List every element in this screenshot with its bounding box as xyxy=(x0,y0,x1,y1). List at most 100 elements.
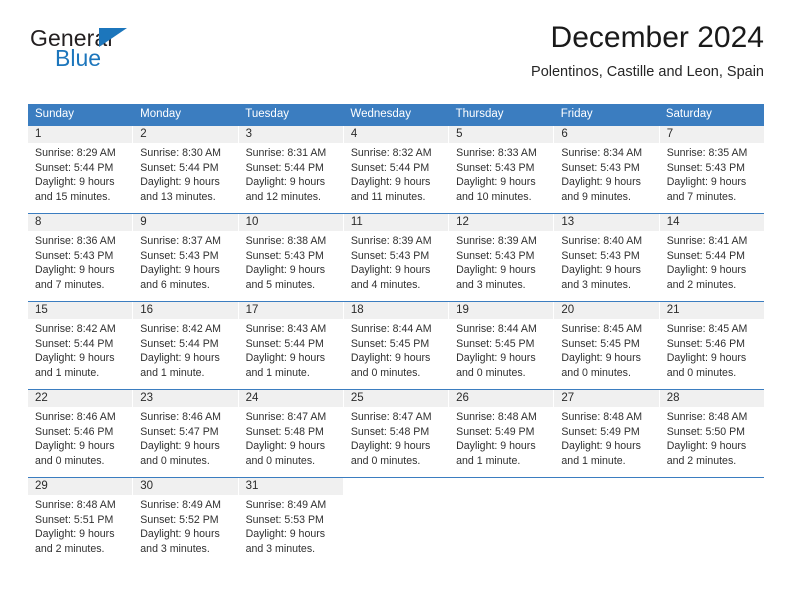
sunrise-text: Sunrise: 8:48 AM xyxy=(35,499,116,511)
day-number: 18 xyxy=(343,302,449,319)
sunset-text: Sunset: 5:49 PM xyxy=(561,425,640,438)
day-number xyxy=(659,478,764,495)
sunrise-text: Sunrise: 8:37 AM xyxy=(140,235,221,247)
daylight-text-line2: and 1 minute. xyxy=(140,366,205,379)
day-details: Sunrise: 8:48 AM Sunset: 5:50 PM Daylight:… xyxy=(660,407,764,468)
daylight-text-line1: Daylight: 9 hours xyxy=(456,264,536,277)
day-number: 15 xyxy=(28,302,133,319)
day-cell[interactable]: 11 Sunrise: 8:39 AM Sunset: 5:43 PM Dayligh… xyxy=(343,214,450,301)
daylight-text-line1: Daylight: 9 hours xyxy=(666,176,747,189)
day-cell[interactable]: 24 Sunrise: 8:47 AM Sunset: 5:48 PM Dayligh… xyxy=(238,390,344,477)
day-cell[interactable]: 9 Sunrise: 8:37 AM Sunset: 5:43 PM Daylight… xyxy=(133,214,239,301)
day-details: Sunrise: 8:33 AM Sunset: 5:43 PM Daylight:… xyxy=(449,143,553,204)
day-details: Sunrise: 8:40 AM Sunset: 5:43 PM Daylight:… xyxy=(554,231,658,292)
sunrise-text: Sunrise: 8:47 AM xyxy=(350,411,432,423)
day-details: Sunrise: 8:39 AM Sunset: 5:43 PM Daylight:… xyxy=(449,231,553,292)
sunrise-text: Sunrise: 8:48 AM xyxy=(666,411,748,423)
daylight-text-line1: Daylight: 9 hours xyxy=(140,352,220,365)
day-cell[interactable]: 5 Sunrise: 8:33 AM Sunset: 5:43 PM Daylight… xyxy=(449,126,555,213)
sunrise-text: Sunrise: 8:49 AM xyxy=(245,499,327,511)
daylight-text-line2: and 3 minutes. xyxy=(140,542,210,555)
day-cell[interactable]: 3 Sunrise: 8:31 AM Sunset: 5:44 PM Daylight… xyxy=(238,126,344,213)
day-cell[interactable]: 31 Sunrise: 8:49 AM Sunset: 5:53 PM Dayligh… xyxy=(238,478,344,561)
daylight-text-line1: Daylight: 9 hours xyxy=(456,352,536,365)
calendar-week-row: 1 Sunrise: 8:29 AM Sunset: 5:44 PM Daylight… xyxy=(28,125,764,213)
daylight-text-line2: and 4 minutes. xyxy=(350,278,421,291)
day-cell[interactable]: 22 Sunrise: 8:46 AM Sunset: 5:46 PM Dayligh… xyxy=(28,390,134,477)
sunset-text: Sunset: 5:44 PM xyxy=(140,161,219,174)
daylight-text-line2: and 1 minute. xyxy=(245,366,310,379)
day-details: Sunrise: 8:32 AM Sunset: 5:44 PM Daylight:… xyxy=(344,143,448,204)
sunrise-text: Sunrise: 8:35 AM xyxy=(666,147,748,159)
day-cell[interactable]: 28 Sunrise: 8:48 AM Sunset: 5:50 PM Dayligh… xyxy=(659,390,764,477)
sunrise-text: Sunrise: 8:46 AM xyxy=(140,411,221,423)
day-number: 30 xyxy=(133,478,238,495)
day-cell[interactable]: 26 Sunrise: 8:48 AM Sunset: 5:49 PM Dayligh… xyxy=(449,390,555,477)
daylight-text-line2: and 15 minutes. xyxy=(35,190,111,203)
day-cell[interactable]: 17 Sunrise: 8:43 AM Sunset: 5:44 PM Dayligh… xyxy=(238,302,344,389)
day-cell[interactable]: 30 Sunrise: 8:49 AM Sunset: 5:52 PM Dayligh… xyxy=(133,478,239,561)
sunset-text: Sunset: 5:49 PM xyxy=(456,425,535,438)
sunrise-text: Sunrise: 8:33 AM xyxy=(456,147,537,159)
day-cell[interactable]: 27 Sunrise: 8:48 AM Sunset: 5:49 PM Dayligh… xyxy=(554,390,660,477)
sunset-text: Sunset: 5:45 PM xyxy=(561,337,640,350)
day-cell[interactable]: 8 Sunrise: 8:36 AM Sunset: 5:43 PM Daylight… xyxy=(28,214,134,301)
day-cell[interactable]: 6 Sunrise: 8:34 AM Sunset: 5:43 PM Daylight… xyxy=(554,126,660,213)
day-cell[interactable]: 10 Sunrise: 8:38 AM Sunset: 5:43 PM Dayligh… xyxy=(238,214,344,301)
daylight-text-line1: Daylight: 9 hours xyxy=(35,528,115,541)
calendar-week-row: 22 Sunrise: 8:46 AM Sunset: 5:46 PM Dayligh… xyxy=(28,389,764,477)
weekday-header-monday: Monday xyxy=(140,108,182,120)
day-number: 26 xyxy=(449,390,554,407)
day-details xyxy=(554,495,658,498)
day-cell[interactable]: 25 Sunrise: 8:47 AM Sunset: 5:48 PM Dayligh… xyxy=(343,390,450,477)
day-cell[interactable]: 15 Sunrise: 8:42 AM Sunset: 5:44 PM Dayligh… xyxy=(28,302,134,389)
daylight-text-line2: and 1 minute. xyxy=(456,454,521,467)
day-cell[interactable]: 29 Sunrise: 8:48 AM Sunset: 5:51 PM Dayligh… xyxy=(28,478,134,561)
day-cell[interactable]: 16 Sunrise: 8:42 AM Sunset: 5:44 PM Dayligh… xyxy=(133,302,239,389)
day-cell[interactable]: 14 Sunrise: 8:41 AM Sunset: 5:44 PM Dayligh… xyxy=(659,214,764,301)
sunrise-text: Sunrise: 8:40 AM xyxy=(561,235,643,247)
day-cell[interactable]: 12 Sunrise: 8:39 AM Sunset: 5:43 PM Dayligh… xyxy=(449,214,555,301)
day-number: 7 xyxy=(659,126,764,143)
day-cell[interactable]: 2 Sunrise: 8:30 AM Sunset: 5:44 PM Daylight… xyxy=(133,126,239,213)
day-details: Sunrise: 8:41 AM Sunset: 5:44 PM Daylight:… xyxy=(660,231,764,292)
day-cell[interactable]: 4 Sunrise: 8:32 AM Sunset: 5:44 PM Daylight… xyxy=(343,126,450,213)
day-details: Sunrise: 8:45 AM Sunset: 5:46 PM Daylight:… xyxy=(660,319,764,380)
daylight-text-line2: and 0 minutes. xyxy=(245,454,316,467)
daylight-text-line1: Daylight: 9 hours xyxy=(350,440,431,453)
daylight-text-line2: and 6 minutes. xyxy=(140,278,210,291)
day-number: 23 xyxy=(133,390,238,407)
day-cell[interactable]: 21 Sunrise: 8:45 AM Sunset: 5:46 PM Dayligh… xyxy=(659,302,764,389)
daylight-text-line1: Daylight: 9 hours xyxy=(245,264,326,277)
daylight-text-line1: Daylight: 9 hours xyxy=(561,264,641,277)
daylight-text-line2: and 13 minutes. xyxy=(140,190,216,203)
day-details: Sunrise: 8:47 AM Sunset: 5:48 PM Daylight:… xyxy=(344,407,448,468)
weekday-header-friday: Friday xyxy=(560,108,593,120)
sunrise-text: Sunrise: 8:41 AM xyxy=(666,235,748,247)
sunset-text: Sunset: 5:43 PM xyxy=(140,249,219,262)
day-details: Sunrise: 8:34 AM Sunset: 5:43 PM Daylight:… xyxy=(554,143,658,204)
sunset-text: Sunset: 5:52 PM xyxy=(140,513,219,526)
day-number: 2 xyxy=(133,126,238,143)
sunrise-text: Sunrise: 8:43 AM xyxy=(245,323,327,335)
daylight-text-line1: Daylight: 9 hours xyxy=(561,352,641,365)
day-cell[interactable]: 19 Sunrise: 8:44 AM Sunset: 5:45 PM Dayligh… xyxy=(449,302,555,389)
daylight-text-line1: Daylight: 9 hours xyxy=(140,528,220,541)
day-details xyxy=(660,495,764,498)
sunset-text: Sunset: 5:43 PM xyxy=(456,161,535,174)
day-number: 25 xyxy=(343,390,449,407)
calendar-page: General Blue December 2024 Polentinos, C… xyxy=(0,0,792,612)
day-cell[interactable]: 23 Sunrise: 8:46 AM Sunset: 5:47 PM Dayligh… xyxy=(133,390,239,477)
day-cell[interactable]: 20 Sunrise: 8:45 AM Sunset: 5:45 PM Dayligh… xyxy=(554,302,660,389)
daylight-text-line2: and 1 minute. xyxy=(561,454,626,467)
day-cell[interactable]: 7 Sunrise: 8:35 AM Sunset: 5:43 PM Daylight… xyxy=(659,126,764,213)
sunrise-text: Sunrise: 8:46 AM xyxy=(35,411,116,423)
day-number: 4 xyxy=(343,126,449,143)
weekday-header-row: Sunday Monday Tuesday Wednesday Thursday… xyxy=(28,104,764,125)
day-cell[interactable]: 13 Sunrise: 8:40 AM Sunset: 5:43 PM Dayligh… xyxy=(554,214,660,301)
general-blue-logo[interactable]: General Blue xyxy=(30,26,270,76)
daylight-text-line2: and 2 minutes. xyxy=(666,454,737,467)
sunrise-text: Sunrise: 8:32 AM xyxy=(350,147,432,159)
day-cell[interactable]: 1 Sunrise: 8:29 AM Sunset: 5:44 PM Daylight… xyxy=(28,126,134,213)
day-cell[interactable]: 18 Sunrise: 8:44 AM Sunset: 5:45 PM Dayligh… xyxy=(343,302,450,389)
